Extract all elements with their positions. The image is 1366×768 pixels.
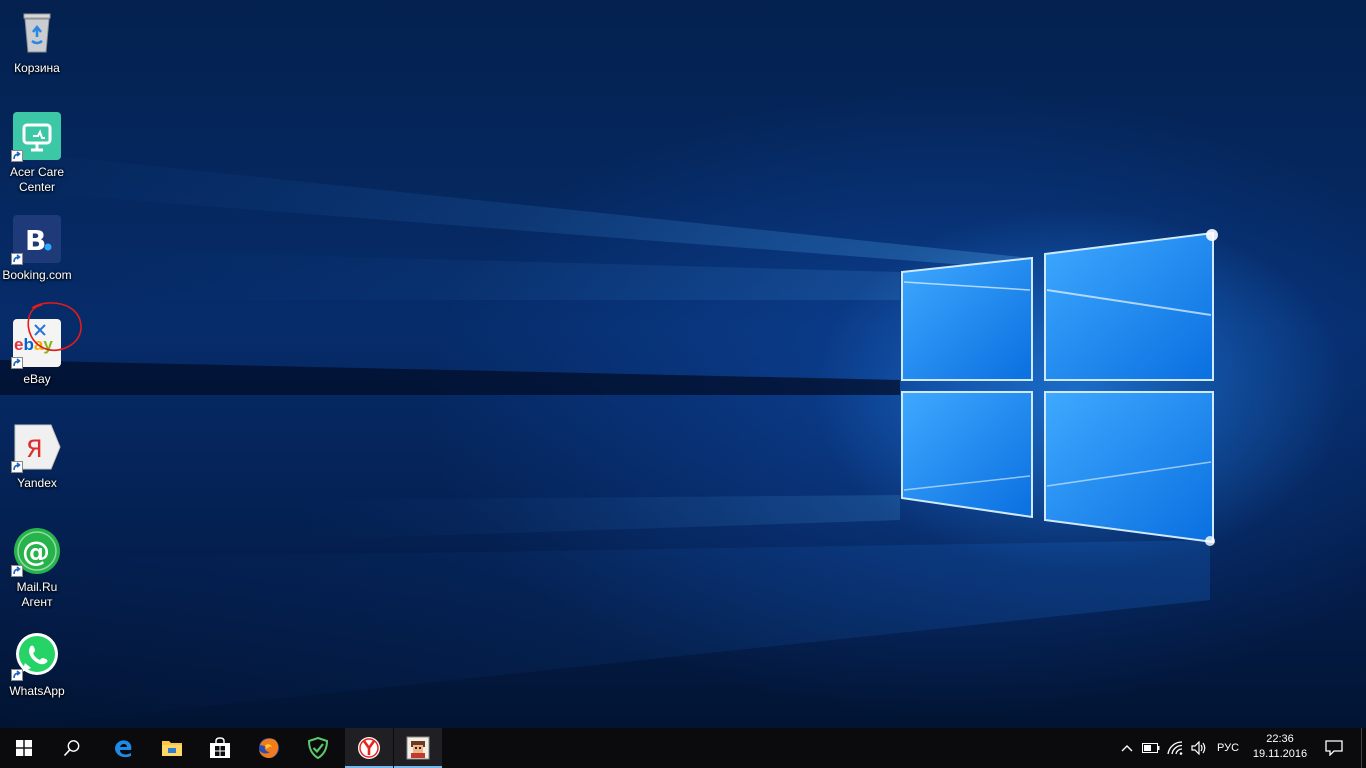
- store-icon: [210, 737, 230, 758]
- start-icon: [16, 740, 32, 756]
- shortcut-arrow-icon: [11, 357, 23, 369]
- shortcut-arrow-icon: [11, 565, 23, 577]
- taskbar-game-app-button[interactable]: [394, 728, 442, 768]
- clock-date: 19.11.2016: [1252, 748, 1308, 760]
- acer-care-center-icon: [11, 112, 61, 162]
- shortcut-arrow-icon: [11, 253, 23, 265]
- desktop-icon-whatsapp[interactable]: WhatsApp: [0, 631, 74, 699]
- desktop-icon-label: WhatsApp: [9, 684, 65, 698]
- desktop-icon-label: Mail.Ru Агент: [16, 580, 58, 609]
- desktop-icon-yandex[interactable]: Я Yandex: [0, 423, 74, 491]
- shortcut-arrow-icon: [11, 669, 23, 681]
- show-hidden-icons-button[interactable]: [1116, 728, 1138, 768]
- battery-icon: [1142, 743, 1160, 753]
- clock-time: 22:36: [1266, 733, 1294, 745]
- game-app-icon: [406, 736, 430, 760]
- taskbar: РУС 22:36 19.11.2016: [0, 728, 1366, 768]
- desktop[interactable]: Корзина Acer Care Center B Booking.com e…: [0, 0, 1366, 728]
- booking-icon: B: [11, 215, 61, 265]
- input-language-button[interactable]: РУС: [1212, 728, 1244, 768]
- desktop-icon-label: Booking.com: [2, 268, 72, 282]
- taskbar-edge-button[interactable]: [99, 728, 147, 768]
- volume-button[interactable]: [1188, 728, 1210, 768]
- desktop-icon-label: Yandex: [17, 476, 57, 490]
- desktop-icon-acer-care-center[interactable]: Acer Care Center: [0, 112, 74, 195]
- start-button[interactable]: [0, 728, 48, 768]
- firefox-icon: [259, 738, 279, 759]
- speaker-icon: [1191, 741, 1206, 755]
- desktop-icon-label: Acer Care Center: [9, 165, 65, 194]
- edge-icon: [115, 740, 132, 758]
- svg-text:B: B: [25, 224, 46, 257]
- search-button[interactable]: [48, 728, 96, 768]
- desktop-icon-mail-ru-agent[interactable]: @ Mail.Ru Агент: [0, 527, 74, 610]
- red-circle-annotation: [27, 302, 82, 351]
- svg-text:Я: Я: [26, 435, 43, 463]
- show-desktop-button[interactable]: [1361, 728, 1366, 768]
- shortcut-arrow-icon: [11, 461, 23, 473]
- clock-button[interactable]: 22:36 19.11.2016: [1246, 728, 1314, 768]
- wifi-icon: [1167, 741, 1183, 755]
- search-icon: [63, 740, 80, 757]
- yandex-icon: Я: [11, 423, 61, 473]
- language-indicator: РУС: [1216, 742, 1240, 754]
- yandex-browser-icon: [358, 737, 380, 759]
- network-button[interactable]: [1164, 728, 1186, 768]
- shortcut-arrow-icon: [11, 150, 23, 162]
- taskbar-file-explorer-button[interactable]: [148, 728, 196, 768]
- desktop-icon-label: eBay: [23, 372, 51, 386]
- adguard-icon: [307, 737, 329, 759]
- whatsapp-icon: [11, 631, 61, 681]
- action-center-button[interactable]: [1318, 728, 1350, 768]
- taskbar-store-button[interactable]: [196, 728, 244, 768]
- mail-ru-agent-icon: @: [11, 527, 61, 577]
- battery-button[interactable]: [1140, 728, 1162, 768]
- notification-icon: [1325, 740, 1343, 756]
- recycle-bin-icon: [13, 8, 61, 56]
- taskbar-firefox-button[interactable]: [245, 728, 293, 768]
- windows-wallpaper: [0, 150, 1218, 728]
- file-explorer-icon: [162, 741, 182, 756]
- taskbar-yandex-browser-button[interactable]: [345, 728, 393, 768]
- desktop-icon-recycle-bin[interactable]: Корзина: [0, 8, 74, 76]
- taskbar-adguard-button[interactable]: [294, 728, 342, 768]
- desktop-icon-label: Корзина: [14, 61, 60, 75]
- chevron-up-icon: [1121, 745, 1133, 752]
- desktop-icon-booking[interactable]: B Booking.com: [0, 215, 74, 283]
- svg-text:@: @: [22, 535, 50, 568]
